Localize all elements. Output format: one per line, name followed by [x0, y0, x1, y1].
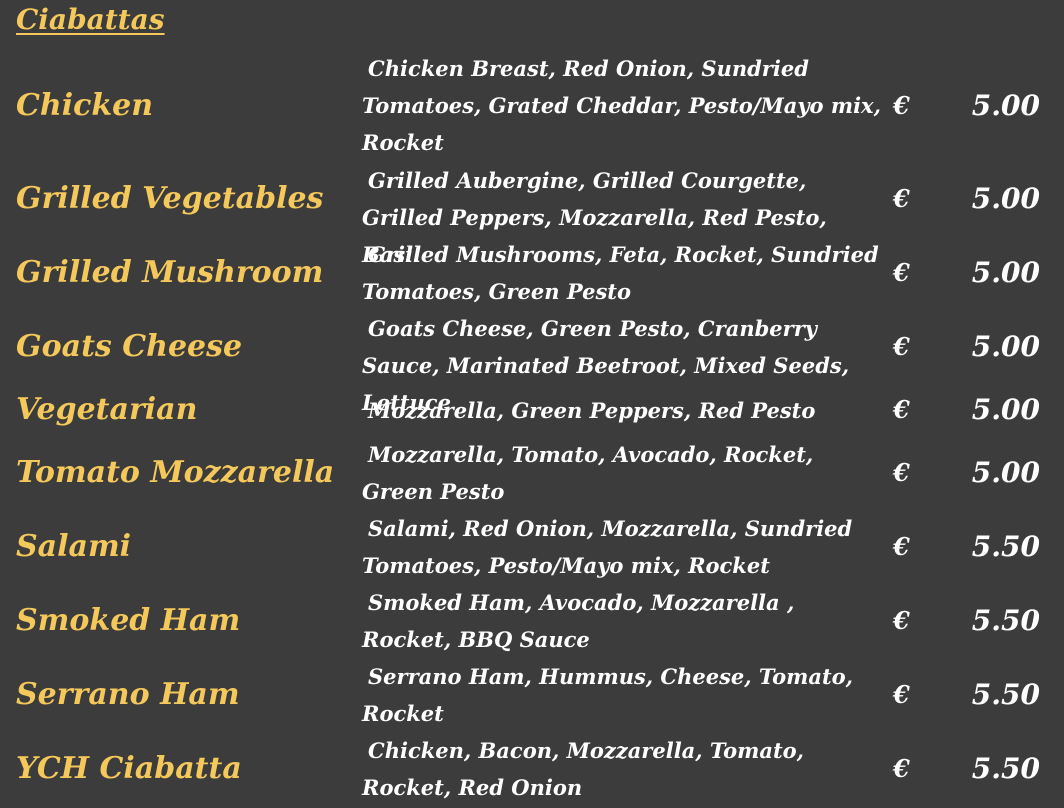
menu-item: Grilled Vegetables Grilled Aubergine, Gr…: [0, 162, 1064, 267]
item-name: Goats Cheese: [16, 329, 243, 364]
item-description: Chicken Breast, Red Onion, Sundried Toma…: [362, 56, 881, 155]
section-title: Ciabattas: [16, 3, 165, 36]
item-currency: €: [893, 184, 910, 213]
menu-list: Chicken Chicken Breast, Red Onion, Sundr…: [0, 50, 1064, 806]
item-name: Chicken: [16, 88, 154, 123]
item-description: Serrano Ham, Hummus, Cheese, Tomato, Roc…: [362, 664, 853, 726]
menu-item: Salami Salami, Red Onion, Mozzarella, Su…: [0, 510, 1064, 584]
item-currency: €: [893, 606, 910, 635]
menu-item: Grilled Mushroom Grilled Mushrooms, Feta…: [0, 236, 1064, 310]
item-currency: €: [893, 680, 910, 709]
item-currency: €: [893, 532, 910, 561]
item-description: Salami, Red Onion, Mozzarella, Sundried …: [362, 516, 853, 578]
item-currency: €: [893, 458, 910, 487]
item-description: Smoked Ham, Avocado, Mozzarella , Rocket…: [362, 590, 795, 652]
item-price: 5.50: [971, 752, 1040, 785]
menu-item: Serrano Ham Serrano Ham, Hummus, Cheese,…: [0, 658, 1064, 732]
item-price: 5.00: [971, 89, 1040, 122]
menu-item: Chicken Chicken Breast, Red Onion, Sundr…: [0, 50, 1064, 162]
item-description: Grilled Mushrooms, Feta, Rocket, Sundrie…: [362, 242, 879, 304]
item-price: 5.50: [971, 604, 1040, 637]
item-price: 5.00: [971, 456, 1040, 489]
item-price: 5.00: [971, 256, 1040, 289]
item-price: 5.50: [971, 530, 1040, 563]
item-name: Vegetarian: [16, 392, 198, 427]
item-currency: €: [893, 395, 910, 424]
item-description: Mozzarella, Tomato, Avocado, Rocket, Gre…: [362, 442, 814, 504]
item-description: Chicken, Bacon, Mozzarella, Tomato, Rock…: [362, 738, 804, 800]
menu-item: Tomato Mozzarella Mozzarella, Tomato, Av…: [0, 436, 1064, 510]
item-price: 5.00: [971, 330, 1040, 363]
item-price: 5.50: [971, 678, 1040, 711]
item-name: Grilled Mushroom: [16, 255, 324, 290]
item-price: 5.00: [971, 182, 1040, 215]
item-name: Smoked Ham: [16, 603, 241, 638]
item-currency: €: [893, 754, 910, 783]
menu-item: Vegetarian Mozzarella, Green Peppers, Re…: [0, 384, 1064, 436]
item-name: Serrano Ham: [16, 677, 240, 712]
item-currency: €: [893, 91, 910, 120]
item-name: Tomato Mozzarella: [16, 455, 335, 490]
item-price: 5.00: [971, 393, 1040, 426]
menu-item: Goats Cheese Goats Cheese, Green Pesto, …: [0, 310, 1064, 415]
menu-item: Smoked Ham Smoked Ham, Avocado, Mozzarel…: [0, 584, 1064, 658]
item-currency: €: [893, 258, 910, 287]
item-description: Mozzarella, Green Peppers, Red Pesto: [368, 398, 816, 423]
menu-page: { "section_title": "Ciabattas", "items":…: [0, 0, 1064, 808]
item-currency: €: [893, 332, 910, 361]
item-name: Salami: [16, 529, 132, 564]
menu-item: YCH Ciabatta Chicken, Bacon, Mozzarella,…: [0, 732, 1064, 806]
item-name: Grilled Vegetables: [16, 181, 324, 216]
item-name: YCH Ciabatta: [16, 751, 242, 786]
